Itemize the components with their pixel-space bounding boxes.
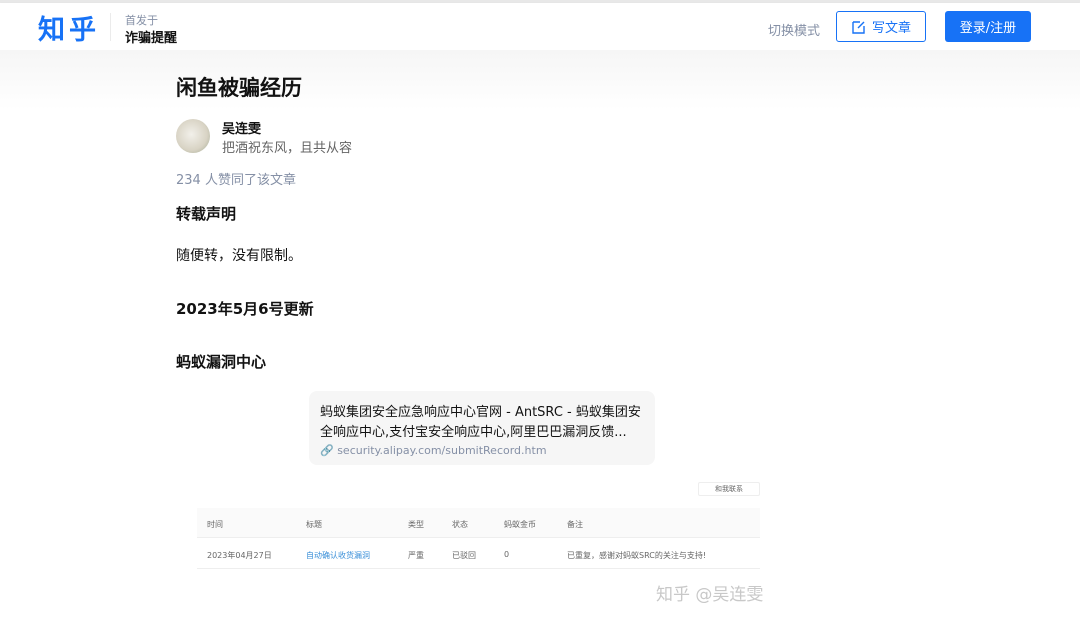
vote-count: 234 人赞同了该文章	[176, 173, 296, 188]
header: 知乎 首发于 诈骗提醒 切换模式 写文章 登录/注册	[0, 3, 1080, 50]
cell: 0	[504, 550, 510, 559]
avatar[interactable]	[176, 119, 210, 153]
cell: 已驳回	[452, 551, 476, 560]
divider	[110, 13, 111, 41]
write-article-button[interactable]: 写文章	[836, 11, 926, 42]
cell: 已重复，感谢对蚂蚁SRC的关注与支持!	[567, 551, 707, 560]
table-header: 时间 标题 类型 状态 蚂蚁金币 备注	[197, 508, 760, 538]
published-in-label: 首发于	[125, 14, 158, 27]
edit-icon	[852, 20, 865, 34]
link-card-title: 蚂蚁集团安全应急响应中心官网 - AntSRC - 蚂蚁集团安全响应中心,支付宝…	[320, 405, 641, 440]
write-article-label: 写文章	[871, 21, 911, 36]
background	[0, 50, 1080, 110]
col-header: 备注	[567, 520, 583, 529]
article-title: 闲鱼被骗经历	[176, 76, 302, 100]
col-header: 类型	[408, 520, 424, 529]
heading-ant: 蚂蚁漏洞中心	[176, 353, 267, 371]
cell: 2023年04月27日	[207, 551, 272, 560]
column-link[interactable]: 诈骗提醒	[125, 27, 177, 46]
watermark: 知乎 @吴连雯	[656, 585, 764, 605]
cell: 自动确认收货漏洞	[306, 551, 370, 560]
table-row: 2023年04月27日 自动确认收货漏洞 严重 已驳回 0 已重复，感谢对蚂蚁S…	[197, 539, 760, 569]
switch-mode-button[interactable]: 切换模式	[768, 20, 820, 39]
paragraph: 随便转，没有限制。	[176, 248, 302, 264]
contact-button: 和我联系	[698, 482, 760, 496]
link-card-url-text: security.alipay.com/submitRecord.htm	[337, 444, 547, 457]
screenshot-image: 和我联系 时间 标题 类型 状态 蚂蚁金币 备注 2023年04月27日 自动确…	[197, 482, 760, 572]
zhihu-logo[interactable]: 知乎	[38, 8, 100, 47]
col-header: 蚂蚁金币	[504, 520, 536, 529]
col-header: 标题	[306, 520, 322, 529]
author-name[interactable]: 吴连雯	[222, 118, 261, 137]
heading-update: 2023年5月6号更新	[176, 300, 314, 318]
col-header: 时间	[207, 520, 223, 529]
login-button[interactable]: 登录/注册	[945, 11, 1031, 42]
heading-reprint: 转载声明	[176, 205, 237, 223]
link-card[interactable]: 蚂蚁集团安全应急响应中心官网 - AntSRC - 蚂蚁集团安全响应中心,支付宝…	[309, 391, 655, 465]
link-icon: 🔗	[320, 444, 334, 457]
author-bio: 把酒祝东风，且共从容	[222, 141, 353, 156]
cell: 严重	[408, 551, 424, 560]
col-header: 状态	[452, 520, 468, 529]
link-card-url: 🔗 security.alipay.com/submitRecord.htm	[320, 444, 644, 457]
